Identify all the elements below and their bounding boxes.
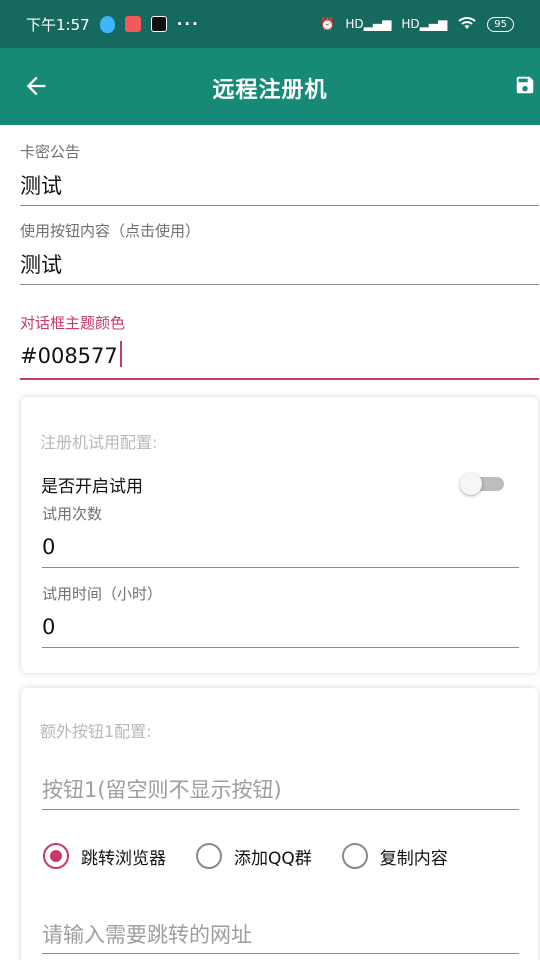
signal-icon-2: HD▂▄▆ [401, 17, 448, 31]
use-button-input[interactable]: 测试 [20, 249, 539, 279]
extra-button-card-title: 额外按钮1配置: [40, 722, 152, 741]
trial-config-card: 注册机试用配置: 是否开启试用 试用次数 0 试用时间（小时） 0 [21, 397, 538, 673]
dialog-color-label: 对话框主题颜色 [20, 314, 126, 332]
app-bar: 远程注册机 [0, 48, 540, 125]
signal-icon-1: HD▂▄▆ [345, 17, 392, 31]
button-name-field[interactable]: 按钮1(留空则不显示按钮) [42, 774, 519, 810]
trial-count-label: 试用次数 [42, 505, 103, 523]
app-notification-icon [124, 16, 141, 32]
use-button-label: 使用按钮内容（点击使用） [20, 222, 201, 240]
status-time: 下午1:57 [26, 15, 90, 34]
dialog-color-underline [20, 378, 539, 380]
notice-field[interactable]: 卡密公告 测试 [20, 141, 539, 207]
trial-toggle-label: 是否开启试用 [41, 477, 143, 497]
more-notifications-icon: ··· [176, 15, 200, 33]
radio-add-qq-group[interactable]: 添加QQ群 [196, 843, 312, 869]
radio-copy-content[interactable]: 复制内容 [341, 843, 448, 869]
notice-underline [20, 205, 539, 206]
trial-toggle-switch[interactable] [460, 473, 504, 495]
text-cursor [119, 341, 122, 367]
trial-hours-underline [42, 647, 519, 648]
url-field[interactable]: 请输入需要跳转的网址 [42, 919, 519, 955]
trial-card-title: 注册机试用配置: [40, 433, 158, 452]
radio-open-browser[interactable]: 跳转浏览器 [43, 843, 166, 869]
dialog-color-input[interactable]: #008577 [20, 341, 539, 368]
trial-hours-input[interactable]: 0 [42, 615, 519, 639]
notice-label: 卡密公告 [20, 143, 81, 161]
alarm-icon: ⏰ [320, 17, 336, 31]
battery-icon: 95 [487, 16, 514, 32]
wifi-icon [457, 15, 477, 34]
use-button-underline [20, 284, 539, 285]
button-name-input[interactable]: 按钮1(留空则不显示按钮) [42, 774, 519, 804]
trial-hours-field[interactable]: 试用时间（小时） 0 [42, 583, 519, 649]
trial-count-field[interactable]: 试用次数 0 [42, 503, 519, 569]
form-content: 卡密公告 测试 使用按钮内容（点击使用） 测试 对话框主题颜色 #008577 … [0, 125, 540, 960]
trial-count-underline [42, 567, 519, 568]
tiktok-icon [150, 16, 167, 32]
action-radio-group: 跳转浏览器 添加QQ群 复制内容 [43, 843, 478, 869]
page-title: 远程注册机 [212, 78, 328, 103]
dialog-color-field[interactable]: 对话框主题颜色 #008577 [20, 312, 539, 382]
trial-hours-label: 试用时间（小时） [42, 585, 163, 603]
qq-icon [99, 15, 115, 33]
extra-button-card: 额外按钮1配置: 按钮1(留空则不显示按钮) 跳转浏览器 添加QQ群 复制内容 … [21, 688, 538, 960]
use-button-field[interactable]: 使用按钮内容（点击使用） 测试 [20, 220, 539, 286]
trial-count-input[interactable]: 0 [42, 535, 519, 559]
url-underline [42, 953, 519, 954]
save-icon[interactable] [514, 74, 536, 96]
button-name-underline [42, 809, 519, 810]
url-input[interactable]: 请输入需要跳转的网址 [42, 919, 519, 949]
status-bar: 下午1:57 ··· ⏰ HD▂▄▆ HD▂▄▆ 95 [0, 0, 540, 48]
notice-input[interactable]: 测试 [20, 170, 539, 200]
